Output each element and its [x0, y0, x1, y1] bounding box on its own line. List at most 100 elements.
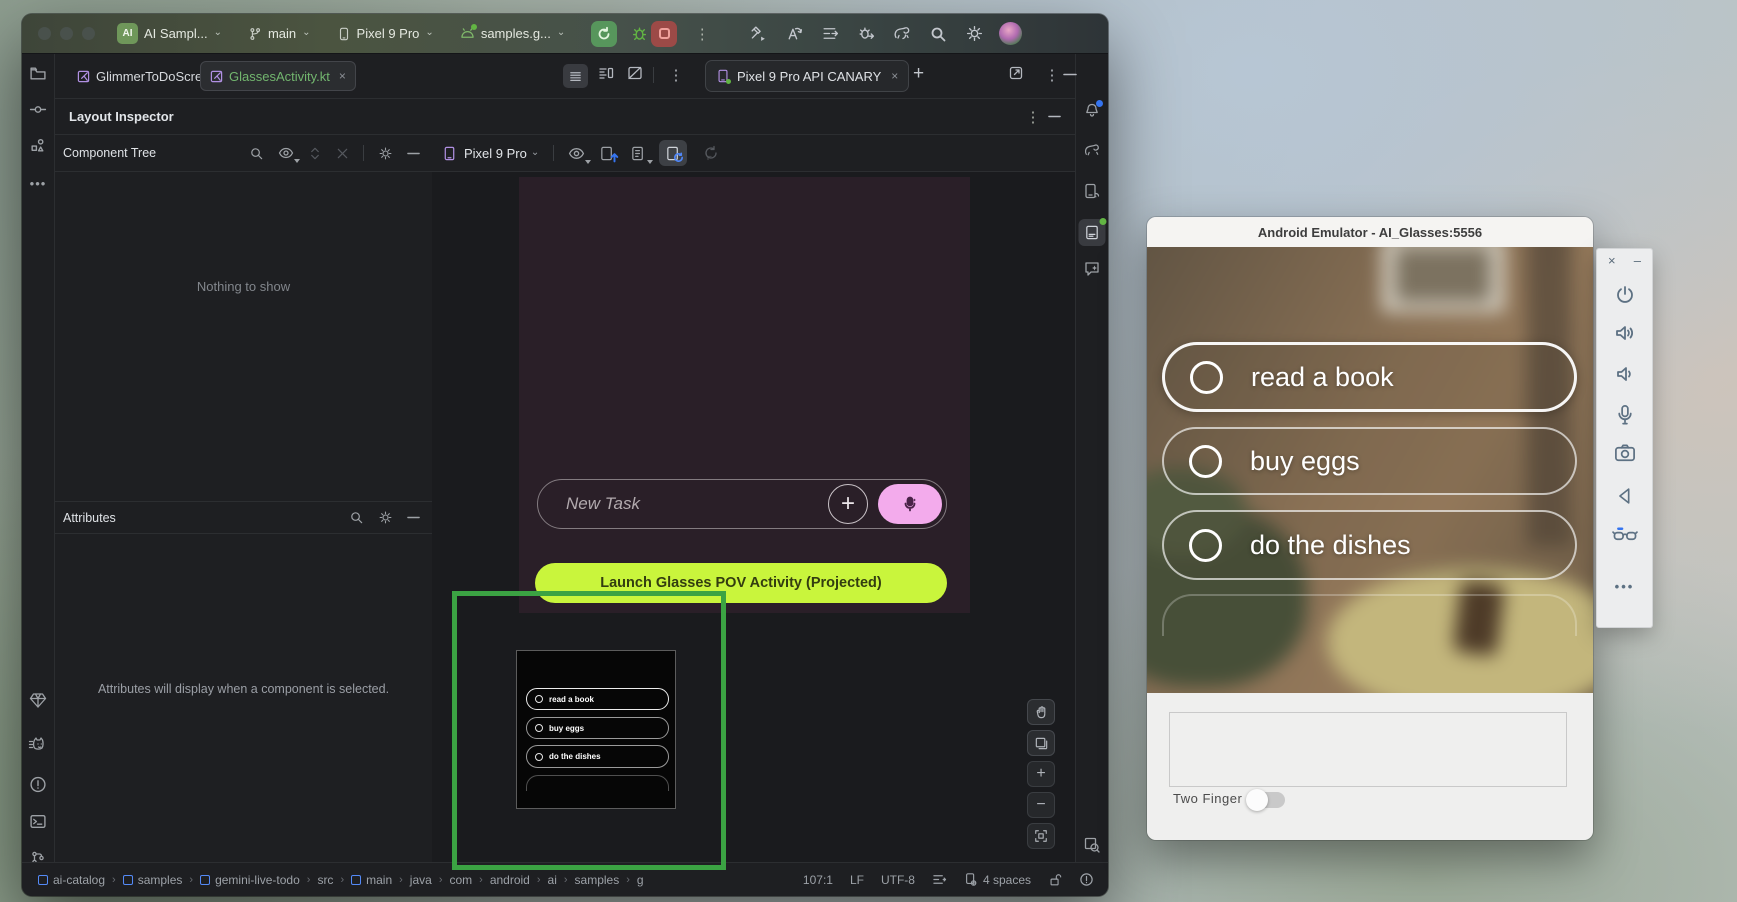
- file-encoding[interactable]: UTF-8: [881, 873, 915, 887]
- power-button-icon[interactable]: [1613, 283, 1637, 307]
- run-options-more-icon[interactable]: ⋮: [689, 25, 715, 43]
- gradle-sync-icon[interactable]: [887, 20, 917, 48]
- zoom-out-icon[interactable]: −: [1027, 792, 1055, 818]
- traffic-lights[interactable]: [38, 27, 95, 40]
- volume-up-icon[interactable]: [1612, 321, 1637, 345]
- panel-options-icon[interactable]: ⋮: [1039, 66, 1065, 84]
- settings-gear-icon[interactable]: [959, 20, 989, 48]
- zoom-in-icon[interactable]: +: [1027, 761, 1055, 787]
- inspector-options-icon[interactable]: ⋮: [1020, 108, 1046, 126]
- close-window-button[interactable]: [38, 27, 51, 40]
- problems-icon[interactable]: [30, 776, 47, 793]
- layout-inspector-toggle-icon[interactable]: [1083, 836, 1101, 854]
- editor-list-view-icon[interactable]: [563, 64, 588, 88]
- close-device-tab-icon[interactable]: ×: [891, 69, 898, 83]
- run-configuration-selector[interactable]: samples.g...⌄: [460, 26, 565, 41]
- rerun-button[interactable]: [591, 21, 617, 47]
- app-quality-insights-icon[interactable]: [29, 736, 48, 753]
- toggle-layout-inspection-icon[interactable]: [659, 140, 687, 166]
- task-item-do-the-dishes[interactable]: do the dishes: [1162, 510, 1577, 580]
- tab-glassesactivity[interactable]: GlassesActivity.kt ×: [200, 61, 356, 91]
- add-device-tab-icon[interactable]: +: [913, 63, 924, 85]
- breadcrumb[interactable]: ai-catalog› samples› gemini-live-todo› s…: [38, 873, 644, 887]
- chevron-down-icon[interactable]: ⌄: [531, 147, 539, 158]
- indent-setting[interactable]: 4 spaces: [964, 872, 1031, 887]
- running-devices-icon[interactable]: [1079, 219, 1106, 246]
- glasses-icon[interactable]: [1611, 523, 1638, 546]
- device-actions-list-icon[interactable]: [630, 145, 647, 162]
- voice-input-button[interactable]: [878, 484, 942, 524]
- build-hammer-icon[interactable]: [743, 20, 773, 48]
- launch-glasses-pov-button[interactable]: Launch Glasses POV Activity (Projected): [535, 563, 947, 603]
- device-manager-icon[interactable]: [1083, 182, 1101, 200]
- tree-visibility-eye-icon[interactable]: [278, 145, 294, 161]
- tree-search-icon[interactable]: [249, 146, 264, 161]
- run-anything-icon[interactable]: [779, 20, 809, 48]
- attributes-settings-gear-icon[interactable]: [378, 510, 393, 525]
- open-in-window-icon[interactable]: [1008, 65, 1024, 81]
- debug-button[interactable]: [627, 20, 651, 48]
- task-item-buy-eggs[interactable]: buy eggs: [1162, 427, 1577, 495]
- layers-icon[interactable]: [1027, 730, 1055, 756]
- add-task-button[interactable]: +: [828, 484, 868, 524]
- line-ending[interactable]: LF: [850, 873, 864, 887]
- commit-icon[interactable]: [30, 101, 47, 118]
- hide-panel-icon[interactable]: [1063, 73, 1077, 76]
- attach-debugger-icon[interactable]: [851, 20, 881, 48]
- device-tab-pixel9pro-canary[interactable]: Pixel 9 Pro API CANARY ×: [705, 60, 909, 92]
- maximize-window-button[interactable]: [82, 27, 95, 40]
- radio-circle-icon[interactable]: [1189, 445, 1222, 478]
- hide-attributes-icon[interactable]: [407, 516, 420, 519]
- project-selector[interactable]: AI AI Sampl...⌄: [117, 23, 222, 44]
- stop-button[interactable]: [651, 21, 677, 47]
- tree-settings-gear-icon[interactable]: [378, 146, 393, 161]
- editor-preview-icon[interactable]: [627, 65, 643, 81]
- panel-close-icon[interactable]: ×: [1608, 253, 1616, 268]
- emulator-screen[interactable]: read a book buy eggs do the dishes: [1147, 247, 1593, 693]
- more-tool-windows-icon[interactable]: •••: [30, 176, 47, 191]
- back-button-icon[interactable]: [1614, 485, 1636, 507]
- collapse-all-icon[interactable]: [336, 147, 349, 160]
- hide-inspector-icon[interactable]: [1048, 115, 1061, 118]
- user-avatar[interactable]: [999, 22, 1022, 45]
- project-folder-icon[interactable]: [30, 65, 47, 82]
- close-tab-icon[interactable]: ×: [339, 69, 346, 83]
- emulator-titlebar[interactable]: Android Emulator - AI_Glasses:5556: [1147, 217, 1593, 247]
- touchpad-area[interactable]: [1169, 712, 1567, 787]
- hide-tree-icon[interactable]: [407, 152, 420, 155]
- task-item-read-a-book[interactable]: read a book: [1162, 342, 1577, 412]
- gemini-gem-icon[interactable]: [29, 692, 47, 709]
- profiler-icon[interactable]: [815, 20, 845, 48]
- target-device-selector[interactable]: Pixel 9 Pro⌄: [337, 26, 434, 41]
- panel-minimize-icon[interactable]: –: [1634, 253, 1641, 268]
- device-visibility-eye-icon[interactable]: [568, 145, 585, 162]
- upload-to-device-icon[interactable]: [599, 145, 616, 162]
- terminal-icon[interactable]: [30, 813, 47, 830]
- more-options-icon[interactable]: •••: [1615, 579, 1635, 594]
- attributes-search-icon[interactable]: [349, 510, 364, 525]
- volume-down-icon[interactable]: [1612, 362, 1637, 386]
- warning-circle-icon[interactable]: [1079, 872, 1094, 887]
- column-selection-icon[interactable]: [932, 873, 947, 886]
- cursor-position[interactable]: 107:1: [803, 873, 833, 887]
- notifications-bell-icon[interactable]: [1083, 102, 1101, 120]
- mirrored-device-name[interactable]: Pixel 9 Pro: [464, 146, 527, 161]
- vcs-branch-selector[interactable]: main⌄: [248, 26, 311, 41]
- camera-icon[interactable]: [1612, 442, 1637, 465]
- structure-icon[interactable]: [30, 137, 47, 154]
- refresh-icon[interactable]: [703, 145, 719, 161]
- unlock-icon[interactable]: [1048, 873, 1062, 887]
- search-everywhere-icon[interactable]: [923, 20, 953, 48]
- two-finger-toggle[interactable]: [1249, 792, 1285, 808]
- mirrored-phone-screen[interactable]: New Task + Launch Glasses POV Activity (…: [519, 177, 970, 613]
- minimize-window-button[interactable]: [60, 27, 73, 40]
- fit-to-screen-icon[interactable]: [1027, 823, 1055, 849]
- gradle-icon[interactable]: [1083, 142, 1102, 159]
- gemini-chat-icon[interactable]: [1083, 260, 1101, 278]
- editor-split-view-icon[interactable]: [598, 65, 614, 81]
- editor-more-icon[interactable]: ⋮: [663, 66, 689, 84]
- microphone-icon[interactable]: [1613, 402, 1636, 427]
- radio-circle-icon[interactable]: [1190, 361, 1223, 394]
- glasses-pov-preview[interactable]: read a book buy eggs do the dishes: [516, 650, 676, 809]
- expand-all-icon[interactable]: [308, 146, 322, 161]
